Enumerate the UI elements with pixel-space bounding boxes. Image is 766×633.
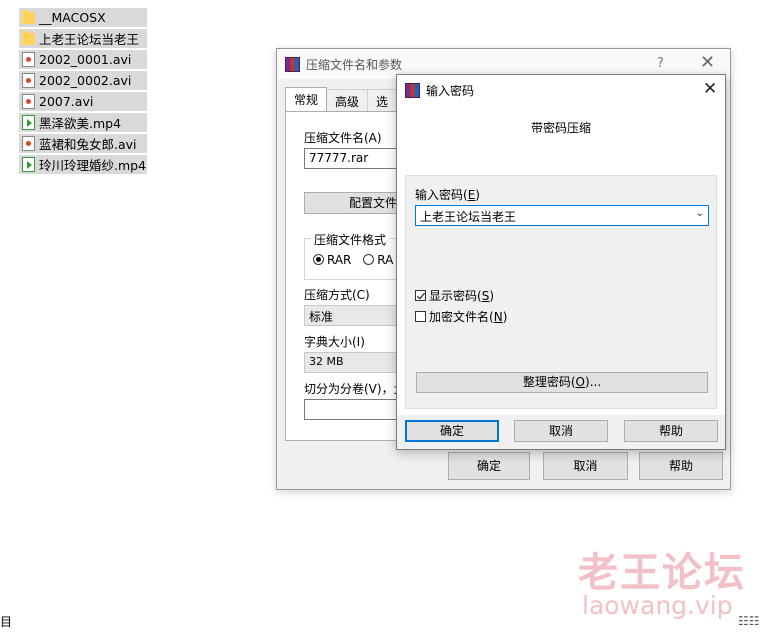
format-rar-label: RAR xyxy=(327,253,352,267)
archive-tabs: 常规 高级 选 xyxy=(285,87,398,116)
encrypt-filenames-label: 加密文件名 xyxy=(429,310,490,324)
file-name: __MACOSX xyxy=(39,10,106,25)
tab-options[interactable]: 选 xyxy=(367,89,398,111)
close-icon[interactable]: ✕ xyxy=(703,79,717,99)
archive-cancel-button[interactable]: 取消 xyxy=(543,452,628,480)
file-list-item[interactable]: __MACOSX xyxy=(19,8,147,27)
file-list-item[interactable]: 2002_0001.avi xyxy=(19,50,147,69)
archive-filename-label: 压缩文件名(A) xyxy=(304,131,382,145)
edge-glyph-left: 目 xyxy=(0,615,13,629)
password-cancel-button[interactable]: 取消 xyxy=(514,420,608,442)
file-list-item[interactable]: 2002_0002.avi xyxy=(19,71,147,90)
file-name: 2002_0002.avi xyxy=(39,73,132,88)
password-dialog-title: 输入密码 xyxy=(426,83,475,98)
enter-password-text: 输入密码 xyxy=(415,188,464,202)
password-input[interactable]: 上老王论坛当老王 ⌄ xyxy=(415,205,709,226)
file-list-item[interactable]: 2007.avi xyxy=(19,92,147,111)
password-ok-button[interactable]: 确定 xyxy=(405,420,499,442)
compression-method-select[interactable]: 标准 xyxy=(304,305,404,326)
compression-method-label: 压缩方式(C) xyxy=(304,288,370,302)
password-dialog-heading: 带密码压缩 xyxy=(530,121,591,135)
enter-password-dialog: 输入密码 ✕ 带密码压缩 输入密码(E) 上老王论坛当老王 ⌄ 显示密码(S) … xyxy=(396,74,726,450)
encrypt-filenames-accesskey: N xyxy=(493,310,503,324)
password-group: 输入密码(E) 上老王论坛当老王 ⌄ 显示密码(S) 加密文件名(N) 整理密码… xyxy=(405,175,717,409)
video-file-icon xyxy=(22,94,35,109)
checkbox-icon xyxy=(415,311,426,322)
video-file-icon xyxy=(22,73,35,88)
split-volumes-label: 切分为分卷(V)，大 xyxy=(304,382,406,396)
file-list-item[interactable]: 玲川玲理婚纱.mp4 xyxy=(19,155,147,174)
file-name: 上老王论坛当老王 xyxy=(39,32,140,47)
archive-ok-button[interactable]: 确定 xyxy=(448,452,530,480)
password-dialog-titlebar: 输入密码 ✕ xyxy=(397,75,725,105)
winrar-icon xyxy=(405,82,420,98)
format-rar-radio[interactable]: RAR xyxy=(313,253,351,267)
profiles-button[interactable]: 配置文件 xyxy=(304,192,404,214)
folder-icon xyxy=(22,9,35,24)
file-name: 2002_0001.avi xyxy=(39,52,132,67)
video-file-icon xyxy=(22,136,35,151)
archive-dialog-title: 压缩文件名和参数 xyxy=(306,57,403,72)
show-password-accesskey: S xyxy=(481,289,490,303)
split-volumes-input[interactable] xyxy=(304,399,404,420)
checkbox-checked-icon xyxy=(415,290,426,301)
radio-selected-icon xyxy=(313,254,324,265)
file-name: 黑泽欲美.mp4 xyxy=(39,116,122,131)
archive-format-group: 压缩文件格式 RAR RA xyxy=(304,231,404,280)
file-name: 2007.avi xyxy=(39,94,94,109)
format-rar-other-label: RA xyxy=(377,253,394,267)
file-name: 蓝裙和兔女郎.avi xyxy=(39,137,137,152)
view-toggle-icon[interactable]: ☷☷ xyxy=(738,614,760,628)
archive-filename-input[interactable]: 77777.rar xyxy=(304,148,404,169)
organize-passwords-label: 整理密码 xyxy=(522,375,571,389)
show-password-checkbox[interactable]: 显示密码(S) xyxy=(415,287,494,304)
file-list-item[interactable]: 黑泽欲美.mp4 xyxy=(19,113,147,132)
watermark-logo-text: 老王论坛 xyxy=(578,550,746,596)
organize-passwords-ellipsis: ... xyxy=(589,375,602,389)
password-help-button[interactable]: 帮助 xyxy=(624,420,718,442)
chevron-down-icon[interactable]: ⌄ xyxy=(696,208,704,219)
archive-format-title: 压缩文件格式 xyxy=(311,231,390,248)
play-file-icon xyxy=(22,157,35,172)
folder-icon xyxy=(22,30,35,45)
organize-passwords-accesskey: O xyxy=(575,375,585,389)
enter-password-label: 输入密码(E) xyxy=(415,188,480,202)
file-name: 玲川玲理婚纱.mp4 xyxy=(39,158,147,173)
video-file-icon xyxy=(22,52,35,67)
dictionary-size-select[interactable]: 32 MB xyxy=(304,352,404,373)
winrar-icon xyxy=(285,56,300,72)
password-dialog-body: 带密码压缩 输入密码(E) 上老王论坛当老王 ⌄ 显示密码(S) 加密文件名(N… xyxy=(397,105,725,415)
enter-password-accesskey: E xyxy=(467,188,476,202)
encrypt-filenames-checkbox[interactable]: 加密文件名(N) xyxy=(415,308,507,325)
file-list-item[interactable]: 蓝裙和兔女郎.avi xyxy=(19,134,147,153)
archive-help-button[interactable]: 帮助 xyxy=(639,452,723,480)
format-rar-other-radio[interactable]: RA xyxy=(363,253,393,267)
password-value: 上老王论坛当老王 xyxy=(420,210,517,224)
organize-passwords-button[interactable]: 整理密码(O)... xyxy=(416,372,708,393)
tab-advanced[interactable]: 高级 xyxy=(326,89,369,111)
dictionary-size-label: 字典大小(I) xyxy=(304,335,365,349)
show-password-label: 显示密码 xyxy=(429,289,478,303)
close-icon[interactable]: ✕ xyxy=(700,52,715,73)
watermark-url: laowang.vip xyxy=(582,591,733,620)
help-icon[interactable]: ? xyxy=(657,56,664,71)
file-list: __MACOSX 上老王论坛当老王 2002_0001.avi 2002_0002.a… xyxy=(19,8,147,176)
radio-icon xyxy=(363,254,375,265)
play-file-icon xyxy=(22,115,35,130)
file-list-item[interactable]: 上老王论坛当老王 xyxy=(19,29,147,48)
